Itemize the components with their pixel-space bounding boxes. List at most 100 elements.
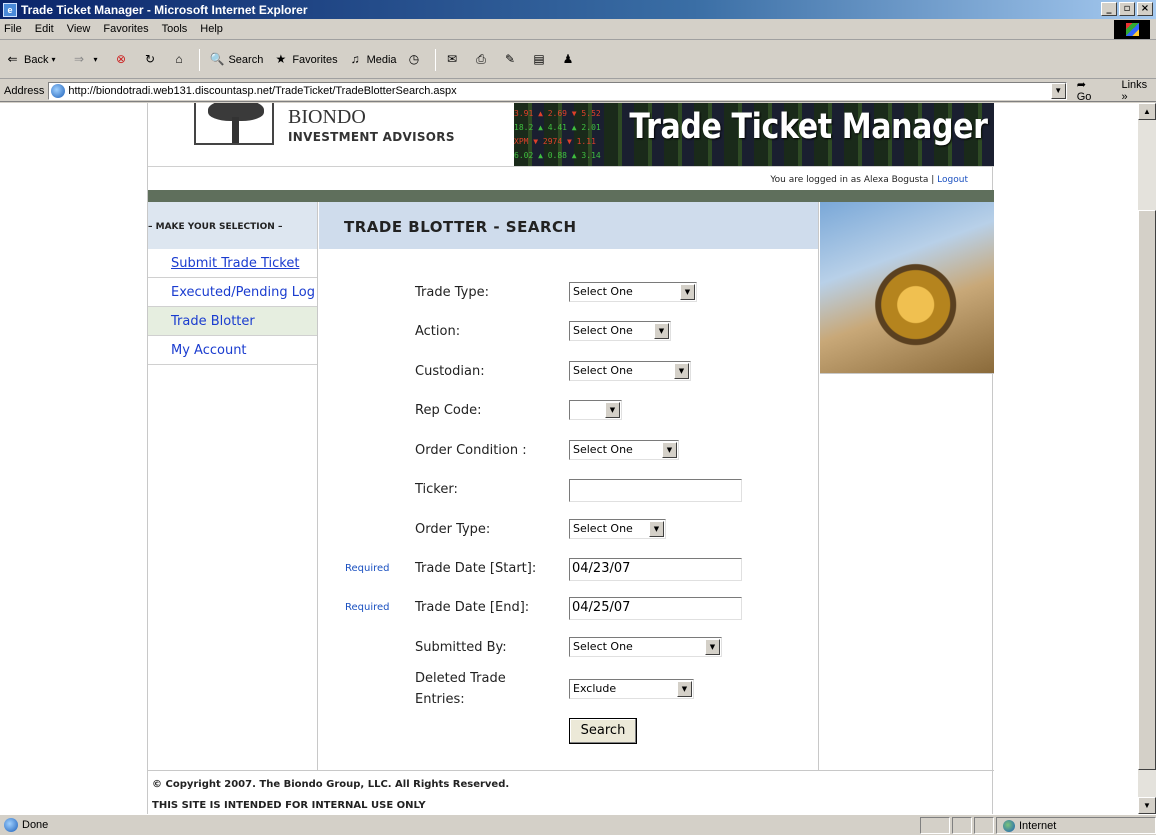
- zone-label: Internet: [1019, 819, 1057, 832]
- menu-file[interactable]: File: [4, 23, 22, 35]
- history-icon: ◷: [408, 52, 420, 66]
- logo-subtitle: INVESTMENT ADVISORS: [288, 130, 455, 144]
- order-type-row: Order Type: Select One ▼: [319, 519, 819, 549]
- sidebar-item-executed-pending-log[interactable]: Executed/Pending Log: [148, 278, 317, 307]
- rep-code-row: Rep Code: ▼: [319, 400, 819, 430]
- globe-icon: [1003, 819, 1015, 832]
- custodian-select[interactable]: Select One ▼: [569, 361, 691, 381]
- maximize-button[interactable]: ▫: [1119, 2, 1135, 16]
- back-arrow-icon: ⇐: [7, 52, 18, 66]
- action-label: Action:: [415, 324, 461, 339]
- sidebar-item-submit-trade-ticket[interactable]: Submit Trade Ticket: [148, 249, 317, 278]
- history-button[interactable]: ◷: [406, 51, 426, 68]
- rep-code-label: Rep Code:: [415, 403, 482, 418]
- search-button[interactable]: 🔍 Search: [208, 51, 263, 68]
- search-form: TRADE BLOTTER - SEARCH Trade Type: Selec…: [319, 202, 819, 770]
- search-label: Search: [228, 53, 264, 66]
- page-container: BIONDO INVESTMENT ADVISORS 3.91 ▲ 2.69 ▼…: [147, 103, 994, 814]
- menu-bar: File Edit View Favorites Tools Help: [0, 19, 1156, 40]
- ticker-row: Ticker:: [319, 479, 819, 509]
- address-input[interactable]: http://biondotradi.web131.discountasp.ne…: [48, 81, 1067, 100]
- favorites-label: Favorites: [292, 53, 338, 66]
- trade-type-select[interactable]: Select One ▼: [569, 282, 697, 302]
- address-dropdown-icon[interactable]: ▼: [1050, 82, 1066, 99]
- page-title: TRADE BLOTTER - SEARCH: [319, 202, 818, 249]
- menu-help[interactable]: Help: [200, 23, 223, 35]
- home-button[interactable]: ⌂: [170, 51, 190, 68]
- window-title: Trade Ticket Manager - Microsoft Interne…: [21, 2, 308, 17]
- forward-button[interactable]: ⇒ ▾: [70, 51, 103, 68]
- tree-logo-icon: [194, 103, 274, 145]
- search-icon: 🔍: [209, 52, 225, 66]
- menu-edit[interactable]: Edit: [35, 23, 54, 35]
- chevron-down-icon: ▾: [51, 55, 56, 64]
- copyright-text: © Copyright 2007. The Biondo Group, LLC.…: [152, 779, 510, 790]
- logo-name: BIONDO: [288, 106, 366, 128]
- mail-button[interactable]: ✉: [444, 51, 464, 68]
- trade-date-end-row: Required Trade Date [End]: 04/25/07: [319, 597, 819, 627]
- messenger-button[interactable]: ♟: [560, 51, 580, 68]
- order-type-label: Order Type:: [415, 522, 491, 537]
- print-button[interactable]: ⎙: [473, 51, 493, 68]
- chevron-down-icon: ▼: [649, 521, 664, 537]
- chevron-down-icon: ▼: [680, 284, 695, 300]
- links-button[interactable]: Links »: [1121, 79, 1156, 103]
- media-icon: ♫: [350, 52, 360, 66]
- menu-favorites[interactable]: Favorites: [103, 23, 148, 35]
- ticker-input[interactable]: [569, 479, 742, 502]
- trade-type-row: Trade Type: Select One ▼: [319, 282, 819, 312]
- chevron-down-icon: ▼: [654, 323, 669, 339]
- go-button[interactable]: ➦ Go: [1077, 78, 1104, 103]
- address-bar: Address http://biondotradi.web131.discou…: [0, 78, 1156, 103]
- back-label: Back: [24, 53, 49, 66]
- stop-button[interactable]: ⊗: [112, 51, 132, 68]
- internal-use-note: THIS SITE IS INTENDED FOR INTERNAL USE O…: [152, 800, 426, 811]
- sidebar: – MAKE YOUR SELECTION – Submit Trade Tic…: [148, 202, 318, 770]
- favorites-button[interactable]: ★ Favorites: [272, 51, 337, 68]
- ie-app-icon: e: [3, 2, 17, 17]
- refresh-icon: ↻: [144, 52, 155, 66]
- search-submit-button[interactable]: Search: [569, 718, 637, 744]
- action-select[interactable]: Select One ▼: [569, 321, 671, 341]
- custodian-value: Select One: [573, 364, 633, 377]
- trade-date-end-input[interactable]: 04/25/07: [569, 597, 742, 620]
- window-titlebar: e Trade Ticket Manager - Microsoft Inter…: [0, 0, 1156, 19]
- required-indicator: Required: [345, 602, 390, 613]
- vertical-scrollbar[interactable]: ▲ ▼: [1138, 103, 1156, 814]
- rep-code-select[interactable]: ▼: [569, 400, 622, 420]
- menu-tools[interactable]: Tools: [162, 23, 188, 35]
- banner-title: Trade Ticket Manager: [629, 107, 989, 147]
- document-icon: ▤: [533, 52, 545, 66]
- logout-link[interactable]: Logout: [937, 175, 968, 185]
- trade-date-start-input[interactable]: 04/23/07: [569, 558, 742, 581]
- deleted-entries-row: Deleted Trade Entries: Exclude ▼: [319, 668, 819, 712]
- discuss-button[interactable]: ▤: [531, 51, 551, 68]
- trade-date-start-label: Trade Date [Start]:: [415, 561, 537, 576]
- required-indicator: Required: [345, 563, 390, 574]
- order-condition-select[interactable]: Select One ▼: [569, 440, 679, 460]
- scroll-up-icon[interactable]: ▲: [1138, 103, 1156, 120]
- trade-type-label: Trade Type:: [415, 285, 489, 300]
- login-status-bar: You are logged in as Alexa Bogusta | Log…: [148, 166, 994, 190]
- order-type-select[interactable]: Select One ▼: [569, 519, 666, 539]
- close-button[interactable]: ×: [1137, 2, 1153, 16]
- sidebar-item-my-account[interactable]: My Account: [148, 336, 317, 365]
- status-text: Done: [22, 819, 49, 831]
- back-button[interactable]: ⇐ Back ▾: [4, 51, 61, 68]
- site-header: BIONDO INVESTMENT ADVISORS 3.91 ▲ 2.69 ▼…: [148, 103, 994, 166]
- order-condition-value: Select One: [573, 443, 633, 456]
- header-banner: 3.91 ▲ 2.69 ▼ 5.52 18.2 ▲ 4.41 ▲ 2.01 XP…: [514, 103, 994, 166]
- minimize-button[interactable]: _: [1101, 2, 1117, 16]
- menu-view[interactable]: View: [67, 23, 91, 35]
- status-bar: Done Internet: [0, 814, 1156, 835]
- sidebar-item-trade-blotter[interactable]: Trade Blotter: [148, 307, 317, 336]
- scroll-down-icon[interactable]: ▼: [1138, 797, 1156, 814]
- media-button[interactable]: ♫ Media: [347, 51, 397, 68]
- refresh-button[interactable]: ↻: [141, 51, 161, 68]
- deleted-entries-select[interactable]: Exclude ▼: [569, 679, 694, 699]
- submitted-by-row: Submitted By: Select One ▼: [319, 637, 819, 667]
- stop-icon: ⊗: [115, 52, 126, 66]
- edit-button[interactable]: ✎: [502, 51, 522, 68]
- submitted-by-select[interactable]: Select One ▼: [569, 637, 722, 657]
- scrollbar-thumb[interactable]: [1138, 210, 1156, 770]
